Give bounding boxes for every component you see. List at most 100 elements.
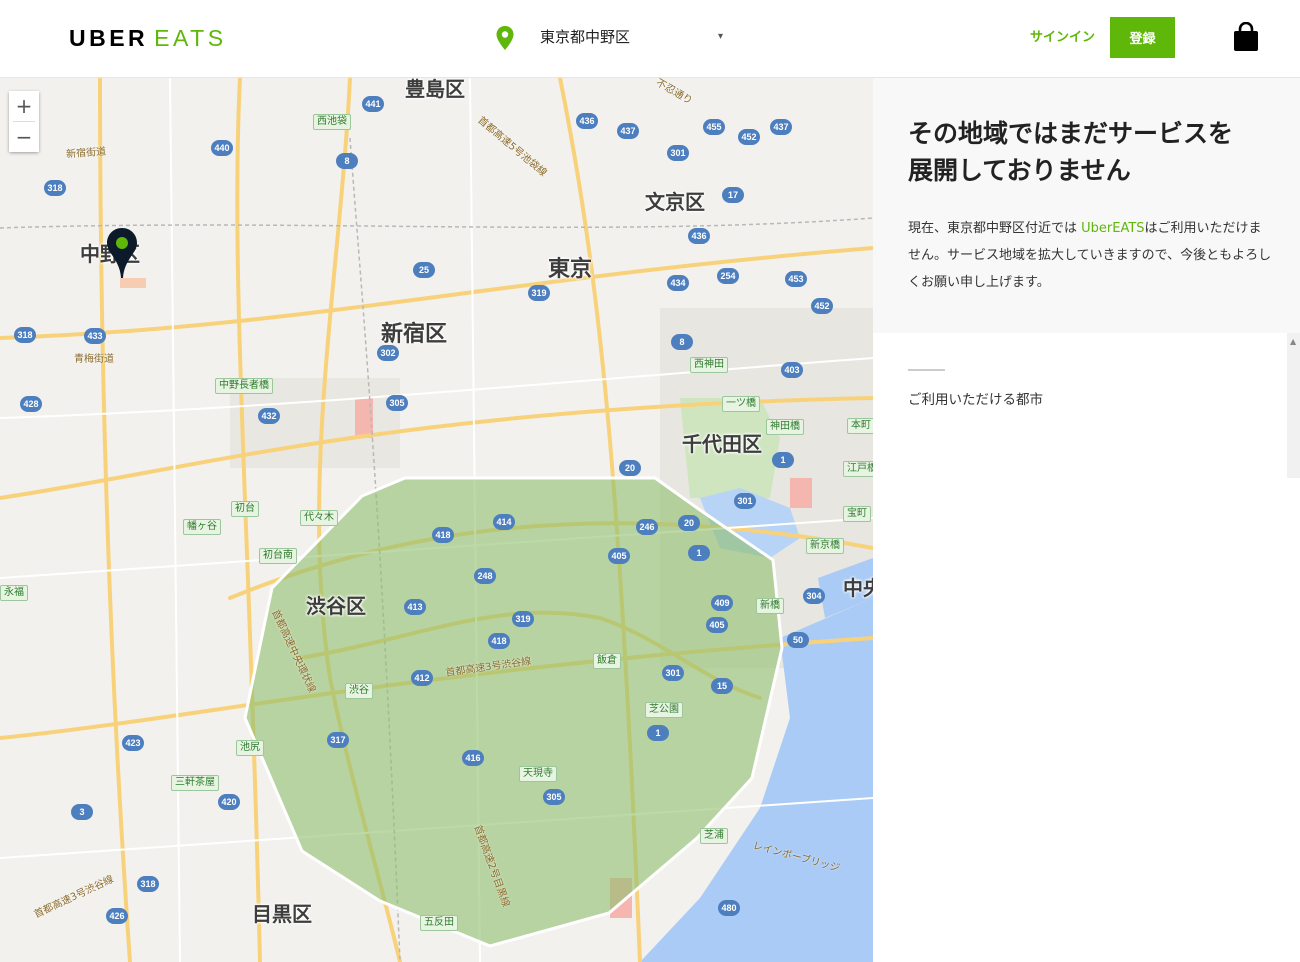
map-label-chuo: 中央 xyxy=(843,576,873,600)
route-shield: 418 xyxy=(488,633,510,649)
zoom-in-button[interactable]: + xyxy=(9,91,39,121)
route-shield: 453 xyxy=(785,271,807,287)
zoom-controls: + − xyxy=(9,91,39,152)
map-label-chiyoda: 千代田区 xyxy=(682,432,762,456)
route-shield: 317 xyxy=(327,732,349,748)
route-shield: 452 xyxy=(738,129,760,145)
route-shield: 420 xyxy=(218,794,240,810)
location-pin-icon xyxy=(496,26,514,50)
map-label-toshima: 豊島区 xyxy=(405,78,465,101)
station-label: 飯倉 xyxy=(593,653,621,669)
route-shield: 319 xyxy=(528,285,550,301)
register-button[interactable]: 登録 xyxy=(1110,17,1175,58)
route-shield: 440 xyxy=(211,140,233,156)
signin-link[interactable]: サインイン xyxy=(1030,28,1095,48)
route-shield: 413 xyxy=(404,599,426,615)
route-shield: 319 xyxy=(512,611,534,627)
route-shield: 17 xyxy=(722,187,744,203)
map-view[interactable]: + − 豊島区 文京区 東京 新宿区 千代田区 渋谷区 目黒区 中野区 中央 西… xyxy=(0,78,873,962)
route-shield: 3 xyxy=(71,804,93,820)
route-shield: 318 xyxy=(14,327,36,343)
station-label: 西池袋 xyxy=(313,114,351,130)
map-label-shibuya: 渋谷区 xyxy=(306,594,366,618)
route-shield: 423 xyxy=(122,735,144,751)
route-shield: 1 xyxy=(688,545,710,561)
zoom-out-button[interactable]: − xyxy=(9,122,39,152)
uber-eats-logo[interactable]: UBER EATS xyxy=(69,25,227,51)
station-label: 新橋 xyxy=(756,598,784,614)
map-label-bunkyo: 文京区 xyxy=(645,190,705,214)
logo-eats-text: EATS xyxy=(154,25,227,51)
station-label: 初台 xyxy=(231,501,259,517)
panel-scrollbar[interactable]: ▲ xyxy=(1287,333,1300,478)
route-shield: 254 xyxy=(717,268,739,284)
station-label: 幡ヶ谷 xyxy=(183,519,221,535)
route-shield: 428 xyxy=(20,396,42,412)
route-shield: 418 xyxy=(432,527,454,543)
station-label: 天現寺 xyxy=(519,766,557,782)
station-label: 新京橋 xyxy=(806,538,844,554)
map-canvas xyxy=(0,78,873,962)
route-shield: 416 xyxy=(462,750,484,766)
route-shield: 302 xyxy=(377,345,399,361)
station-label: 宝町 xyxy=(843,506,871,522)
route-shield: 426 xyxy=(106,908,128,924)
route-shield: 434 xyxy=(667,275,689,291)
top-nav: UBER EATS 東京都中野区 ▾ サインイン 登録 xyxy=(0,0,1300,78)
station-label: 芝浦 xyxy=(700,828,728,844)
route-shield: 301 xyxy=(667,145,689,161)
station-label: 初台南 xyxy=(259,548,297,564)
shopping-bag-icon[interactable] xyxy=(1232,22,1260,52)
route-shield: 452 xyxy=(811,298,833,314)
route-shield: 318 xyxy=(44,180,66,196)
route-shield: 441 xyxy=(362,96,384,112)
desc-brand: UberEATS xyxy=(1081,221,1145,236)
logo-uber-text: UBER xyxy=(69,25,149,51)
station-label: 一ツ橋 xyxy=(722,396,760,412)
station-label: 池尻 xyxy=(236,740,264,756)
highway-label: 青梅街道 xyxy=(74,354,114,365)
station-label: 渋谷 xyxy=(345,683,373,699)
route-shield: 480 xyxy=(718,900,740,916)
route-shield: 20 xyxy=(678,515,700,531)
panel-title-line: 展開しておりません xyxy=(908,156,1131,185)
route-shield: 436 xyxy=(688,228,710,244)
route-shield: 20 xyxy=(619,460,641,476)
route-shield: 403 xyxy=(781,362,803,378)
station-label: 中野長者橋 xyxy=(215,378,273,394)
route-shield: 437 xyxy=(617,123,639,139)
route-shield: 455 xyxy=(703,119,725,135)
route-shield: 301 xyxy=(734,493,756,509)
section-divider xyxy=(908,369,945,371)
route-shield: 1 xyxy=(647,725,669,741)
route-shield: 8 xyxy=(671,334,693,350)
route-shield: 432 xyxy=(258,408,280,424)
route-shield: 1 xyxy=(772,452,794,468)
route-shield: 405 xyxy=(706,617,728,633)
route-shield: 246 xyxy=(636,519,658,535)
route-shield: 409 xyxy=(711,595,733,611)
route-shield: 437 xyxy=(770,119,792,135)
route-shield: 433 xyxy=(84,328,106,344)
map-marker-icon[interactable] xyxy=(106,228,138,278)
scroll-up-icon[interactable]: ▲ xyxy=(1290,337,1296,346)
route-shield: 301 xyxy=(662,665,684,681)
route-shield: 305 xyxy=(543,789,565,805)
map-label-shinjuku: 新宿区 xyxy=(381,322,448,347)
available-cities-heading: ご利用いただける都市 xyxy=(908,392,1043,408)
route-shield: 50 xyxy=(787,632,809,648)
route-shield: 304 xyxy=(803,588,825,604)
route-shield: 8 xyxy=(336,153,358,169)
location-selector[interactable]: 東京都中野区 ▾ xyxy=(493,22,738,54)
panel-description: 現在、東京都中野区付近では UberEATSはご利用いただけません。サービス地域… xyxy=(908,215,1273,296)
station-label: 代々木 xyxy=(300,510,338,526)
route-shield: 436 xyxy=(576,113,598,129)
map-label-meguro: 目黒区 xyxy=(252,902,312,926)
map-label-tokyo: 東京 xyxy=(548,257,593,282)
chevron-down-icon: ▾ xyxy=(718,31,724,42)
route-shield: 15 xyxy=(711,678,733,694)
route-shield: 25 xyxy=(413,262,435,278)
station-label: 本町 xyxy=(847,418,873,434)
desc-text: 現在、東京都中野区付近では xyxy=(908,221,1082,236)
panel-title: その地域ではまだサービスを 展開しておりません xyxy=(908,115,1278,189)
